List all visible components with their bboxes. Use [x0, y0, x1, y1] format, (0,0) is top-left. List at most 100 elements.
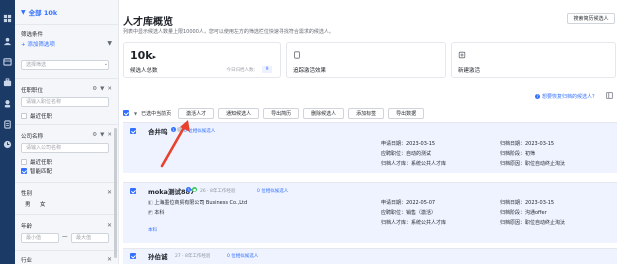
- candidate-meta: 27 · 8年工作经验: [175, 254, 211, 259]
- plus-document-icon: [458, 51, 466, 59]
- badge-icon: 3: [186, 187, 191, 192]
- row-checkbox-checked[interactable]: [130, 253, 136, 259]
- candidate-tag[interactable]: 本科: [148, 227, 157, 233]
- age-filter-label: 年龄: [21, 224, 33, 230]
- total-candidates-value: 10k▸: [130, 49, 157, 62]
- chevron-down-icon: ▼: [134, 110, 138, 116]
- smart-match-checkbox[interactable]: 智能匹配: [21, 167, 52, 175]
- apply-date: 申请日期：2022-05-07: [381, 200, 436, 206]
- add-filter-link[interactable]: + 添加筛选项: [21, 40, 55, 48]
- calendar-icon[interactable]: [3, 57, 12, 66]
- archived-today-label: 今日归档人数：: [226, 68, 259, 73]
- row-checkbox-checked[interactable]: [130, 128, 136, 134]
- close-icon[interactable]: ✕: [107, 86, 112, 92]
- select-filter-dropdown[interactable]: 选择筛选: [21, 60, 109, 70]
- column-settings-icon[interactable]: [606, 92, 613, 99]
- app-rail: [0, 0, 15, 264]
- candidate-degree: ◩ 本科: [148, 209, 164, 216]
- briefcase-icon[interactable]: [3, 78, 12, 87]
- divider: [15, 182, 119, 183]
- people-icon[interactable]: [3, 37, 12, 46]
- archive-stage: 归档阶段：初筛: [500, 151, 536, 157]
- gender-option-male[interactable]: 男: [25, 200, 31, 208]
- recent-job-checkbox[interactable]: 最近任职: [21, 112, 52, 120]
- close-icon[interactable]: ✕: [107, 189, 112, 196]
- close-icon[interactable]: ✕: [107, 222, 112, 229]
- filter-panel: ▼ 全部 10k 筛选条件 + 添加筛选项 ▼ 选择筛选 ⌄ 任职职位 ⚙ ▼ …: [15, 0, 119, 264]
- row-checkbox-checked[interactable]: [130, 188, 136, 194]
- gender-option-female[interactable]: 女: [40, 200, 46, 208]
- gender-filter-label: 性别: [21, 191, 33, 197]
- close-icon[interactable]: ✕: [107, 256, 112, 263]
- recent-company-checkbox[interactable]: 最近任职: [21, 158, 52, 166]
- page-title: 人才库概览: [123, 17, 173, 28]
- similar-candidates-link[interactable]: 0 位相似候选人: [184, 128, 215, 134]
- close-icon[interactable]: ✕: [107, 132, 112, 138]
- export-resume-button[interactable]: 导出简历: [263, 107, 300, 119]
- apply-position: 应聘职位：自动的测试: [381, 151, 432, 157]
- checkbox-box: [21, 159, 27, 165]
- age-min-input[interactable]: 最小值: [21, 233, 59, 243]
- export-data-button[interactable]: 导出数据: [388, 107, 425, 119]
- divider: [15, 214, 119, 215]
- apply-position: 应聘职位：销售（激活）: [381, 210, 437, 216]
- notify-candidate-button[interactable]: 通知候选人: [218, 107, 260, 119]
- settings-icon[interactable]: ⚙: [92, 132, 97, 138]
- candidate-badges: 1 ·: [171, 127, 182, 132]
- company-filter-label: 公司名称: [21, 134, 44, 140]
- candidate-row[interactable]: 孙伯诚 27 · 8年工作经验 0 位相似候选人: [123, 248, 617, 264]
- candidate-name[interactable]: 合井呜: [148, 126, 168, 136]
- similar-candidates-link[interactable]: 0 位相似候选人: [227, 253, 258, 259]
- candidate-row[interactable]: 合井呜 1 · 0 位相似候选人 申请日期：2023-03-15 应聘职位：自动…: [123, 122, 617, 173]
- age-max-input[interactable]: 最大值: [71, 233, 109, 243]
- recent-company-label: 最近任职: [30, 160, 53, 166]
- archived-today-count: 9: [262, 66, 272, 73]
- track-activation-card[interactable]: 追踪激活效果: [286, 42, 446, 78]
- page-subtitle: 列表中显示候选人数量上限10000人，您可以使用左方的筛选栏位快速寻找符合需求的…: [123, 29, 334, 35]
- badge-icon: 1: [171, 127, 176, 132]
- archive-reason: 归档原因：职位自动终止淘汰: [500, 220, 566, 226]
- job-title-input[interactable]: 请输入职位名称: [21, 97, 109, 107]
- filter-funnel-icon[interactable]: ▼: [107, 40, 112, 47]
- candidate-name[interactable]: 孙伯诚: [148, 251, 168, 261]
- archive-pool: 归档人才库：系统公共人才库: [381, 220, 447, 226]
- similar-candidates-link[interactable]: 0 位相似候选人: [257, 188, 288, 194]
- recent-job-label: 最近任职: [30, 114, 53, 120]
- filter-scrollbar[interactable]: [114, 128, 117, 258]
- apply-date: 申请日期：2023-03-15: [381, 141, 436, 147]
- delete-candidate-button[interactable]: 删除候选人: [303, 107, 345, 119]
- restore-archived-link[interactable]: ? 想要恢复归档的候选人？: [535, 93, 597, 100]
- clock-icon[interactable]: [3, 140, 12, 149]
- checkbox-box-checked: [21, 168, 27, 174]
- new-activation-card[interactable]: 新建激活: [451, 42, 616, 78]
- dashboard-icon[interactable]: [3, 14, 12, 23]
- add-tag-button[interactable]: 添加标签: [348, 107, 385, 119]
- archive-stage: 归档阶段：沟通offer: [500, 210, 547, 216]
- candidate-row[interactable]: moka测试887 3 ● 26 · 8年工作经验 0 位相似候选人 ◧ 上海墨…: [123, 182, 617, 243]
- funnel-icon[interactable]: ▼: [100, 86, 104, 92]
- chevron-right-icon: ▸: [152, 53, 157, 61]
- funnel-icon[interactable]: ▼: [100, 132, 104, 138]
- main-content: 人才库概览 列表中显示候选人数量上限10000人，您可以使用左方的筛选栏位快速寻…: [120, 0, 617, 264]
- company-input[interactable]: 请输入公司名称: [21, 143, 109, 153]
- select-all-checkbox[interactable]: ▼: [123, 110, 137, 116]
- search-resume-button[interactable]: 搜索简历候选人: [567, 13, 615, 24]
- smart-match-label: 智能匹配: [30, 169, 53, 175]
- divider: [15, 124, 119, 125]
- archive-pool: 归档人才库：系统公共人才库: [381, 161, 447, 167]
- divider: [15, 250, 119, 251]
- document-icon[interactable]: [3, 120, 12, 129]
- industry-filter-label: 行业: [21, 258, 33, 264]
- person-icon[interactable]: [3, 99, 12, 108]
- badge-icon: ●: [192, 187, 197, 192]
- job-title-filter-label: 任职职位: [21, 88, 44, 94]
- total-candidates-card[interactable]: 10k▸ 候选人总数 今日归档人数： 9: [123, 42, 281, 78]
- settings-icon[interactable]: ⚙: [92, 86, 97, 92]
- activate-talent-button[interactable]: 激活人才: [178, 107, 215, 119]
- bulk-action-toolbar: ▼ 已选中当前页 激活人才 通知候选人 导出简历 删除候选人 添加标签 导出数据: [123, 107, 428, 119]
- chevron-down-icon: ▼: [21, 8, 26, 16]
- scope-selector[interactable]: ▼ 全部 10k: [15, 0, 119, 24]
- restore-archived-label: 想要恢复归档的候选人？: [542, 94, 598, 100]
- divider: [15, 24, 119, 25]
- candidate-badges: 3 ●: [186, 187, 197, 192]
